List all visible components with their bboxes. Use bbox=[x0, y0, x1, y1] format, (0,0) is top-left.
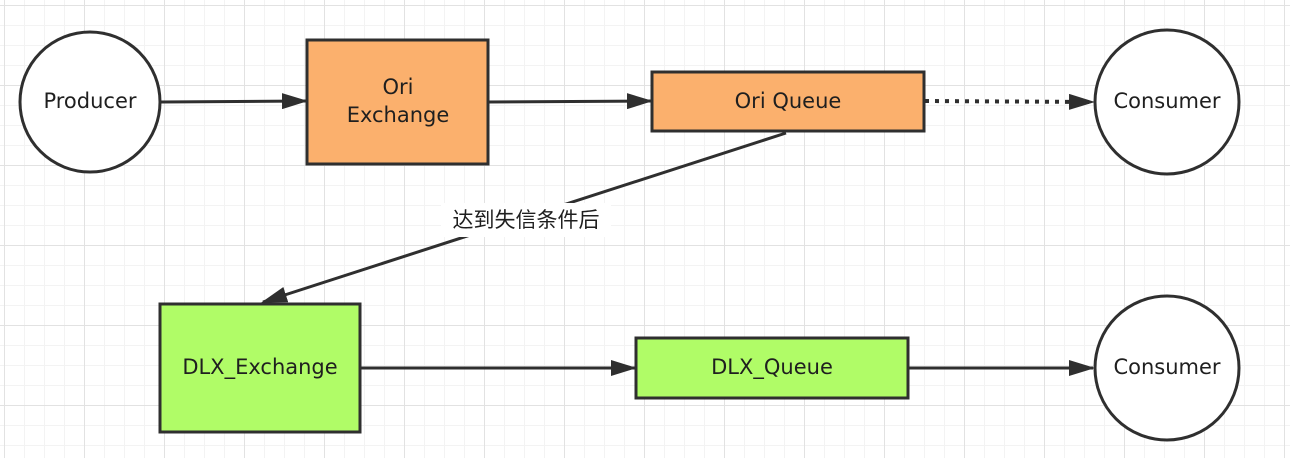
ori-exchange-label-line2: Exchange bbox=[347, 103, 450, 127]
ori-exchange-label-line1: Ori bbox=[383, 75, 414, 99]
ori-queue-label: Ori Queue bbox=[735, 89, 842, 113]
dlx-exchange-label: DLX_Exchange bbox=[182, 355, 337, 380]
producer-label: Producer bbox=[43, 89, 136, 113]
dead-letter-flow-diagram: 达到失信条件后 Producer Ori Exchange Ori Queue … bbox=[18, 28, 1241, 442]
dlx-exchange-node: DLX_Exchange bbox=[158, 302, 362, 434]
ori-queue-node: Ori Queue bbox=[650, 70, 926, 133]
dead-letter-edge-label: 达到失信条件后 bbox=[441, 203, 611, 237]
edge-ori-queue-to-consumer-dotted bbox=[924, 93, 1095, 110]
dlx-queue-node: DLX_Queue bbox=[634, 336, 910, 400]
consumer-bottom-label: Consumer bbox=[1113, 355, 1220, 379]
ori-exchange-node: Ori Exchange bbox=[305, 38, 490, 166]
consumer-bottom-node: Consumer bbox=[1093, 294, 1241, 442]
consumer-top-label: Consumer bbox=[1113, 89, 1220, 113]
consumer-top-node: Consumer bbox=[1093, 28, 1241, 176]
dlx-queue-label: DLX_Queue bbox=[711, 355, 833, 380]
edge-producer-to-ori-exchange bbox=[160, 93, 308, 110]
producer-node: Producer bbox=[18, 30, 162, 174]
dead-letter-label-text: 达到失信条件后 bbox=[453, 208, 600, 232]
edge-ori-exchange-to-ori-queue bbox=[487, 93, 653, 110]
